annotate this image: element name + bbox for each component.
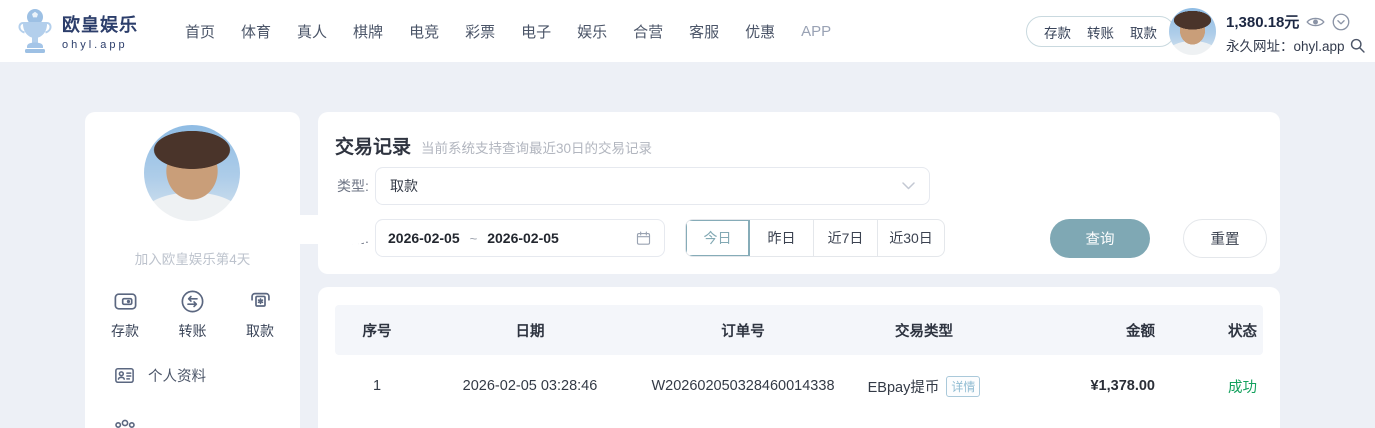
date-from-value: 2026-02-05 <box>388 230 460 246</box>
logo-subtitle: ohyl.app <box>62 39 128 51</box>
nav-item-lottery[interactable]: 彩票 <box>465 21 495 42</box>
sidebar-action-withdraw[interactable]: 取款 <box>230 288 290 341</box>
page-subtitle: 当前系统支持查询最近30日的交易记录 <box>421 141 653 156</box>
type-select-value: 取款 <box>390 178 418 194</box>
logo-text: 欧皇娱乐 ohyl.app <box>62 11 138 51</box>
col-header-status: 状态 <box>1228 323 1257 340</box>
search-button[interactable]: 查询 <box>1050 219 1150 258</box>
id-card-icon <box>113 364 136 387</box>
row-type: EBpay提币 <box>867 379 940 396</box>
nav-item-esports[interactable]: 电竞 <box>409 21 439 42</box>
nav-item-partnership[interactable]: 合营 <box>633 21 663 42</box>
sidebar-action-label: 存款 <box>111 323 139 339</box>
nav-item-home[interactable]: 首页 <box>185 21 215 42</box>
trophy-logo-icon <box>16 8 54 54</box>
page: 欧皇娱乐 ohyl.app 首页 体育 真人 棋牌 电竞 彩票 电子 娱乐 合营… <box>0 0 1375 428</box>
logo-title: 欧皇娱乐 <box>62 15 138 35</box>
wallet-icon <box>112 288 139 315</box>
range-30days-button[interactable]: 近30日 <box>878 220 944 256</box>
nav-item-support[interactable]: 客服 <box>689 21 719 42</box>
range-yesterday-button[interactable]: 昨日 <box>750 220 814 256</box>
sidebar-card: 加入欧皇娱乐第4天 存款 转账 取款 个人资料 <box>85 112 300 428</box>
nav-item-live[interactable]: 真人 <box>297 21 327 42</box>
sidebar-action-label: 转账 <box>178 323 207 339</box>
row-index: 1 <box>372 378 382 394</box>
row-type-cell: EBpay提币 详情 <box>845 375 1003 397</box>
nav-item-app[interactable]: APP <box>801 23 831 40</box>
sidebar-item-label: 个人资料 <box>148 369 206 385</box>
top-header: 欧皇娱乐 ohyl.app 首页 体育 真人 棋牌 电竞 彩票 电子 娱乐 合营… <box>0 0 1375 62</box>
nav-item-slots[interactable]: 电子 <box>521 21 551 42</box>
site-logo[interactable]: 欧皇娱乐 ohyl.app <box>16 8 138 54</box>
team-icon <box>113 418 137 428</box>
search-icon[interactable] <box>1349 37 1366 54</box>
title-row: 交易记录 当前系统支持查询最近30日的交易记录 <box>335 132 652 159</box>
col-header-amount: 金额 <box>1126 323 1155 340</box>
transaction-table-card: 序号 日期 订单号 交易类型 金额 状态 1 2026-02-05 03:28:… <box>318 287 1280 428</box>
date-to-value: 2026-02-05 <box>487 230 559 246</box>
col-header-order-no: 订单号 <box>721 323 765 340</box>
user-avatar[interactable] <box>1169 8 1216 55</box>
transaction-filter-card: 交易记录 当前系统支持查询最近30日的交易记录 类型: 取款 日期: 2026-… <box>318 112 1280 274</box>
withdraw-icon <box>247 288 274 315</box>
nav-item-promotions[interactable]: 优惠 <box>745 21 775 42</box>
chevron-down-circle-icon[interactable] <box>1332 13 1350 31</box>
withdraw-link[interactable]: 取款 <box>1130 22 1157 42</box>
nav-item-board-games[interactable]: 棋牌 <box>353 21 383 42</box>
nav-item-entertainment[interactable]: 娱乐 <box>577 21 607 42</box>
date-range-input[interactable]: 2026-02-05 ~ 2026-02-05 <box>375 219 665 257</box>
date-separator: ~ <box>469 230 478 246</box>
col-header-type: 交易类型 <box>895 323 953 340</box>
page-title: 交易记录 <box>335 137 412 158</box>
balance-amount: 1,380.18元 <box>1226 14 1300 31</box>
main-nav: 首页 体育 真人 棋牌 电竞 彩票 电子 娱乐 合营 客服 优惠 APP <box>185 0 831 62</box>
col-header-date: 日期 <box>515 323 545 340</box>
sidebar-item-partial[interactable] <box>113 418 137 428</box>
eye-icon[interactable] <box>1306 15 1326 29</box>
reset-button[interactable]: 重置 <box>1183 219 1267 258</box>
type-select[interactable]: 取款 <box>375 167 930 205</box>
table-header-row: 序号 日期 订单号 交易类型 金额 状态 <box>335 305 1263 355</box>
calendar-icon <box>635 230 652 247</box>
sidebar-action-deposit[interactable]: 存款 <box>95 288 155 341</box>
sidebar-item-profile[interactable]: 个人资料 <box>113 364 206 387</box>
sidebar-action-label: 取款 <box>246 323 274 339</box>
nav-item-sports[interactable]: 体育 <box>241 21 271 42</box>
sidebar-action-transfer[interactable]: 转账 <box>163 288 223 341</box>
range-today-button[interactable]: 今日 <box>686 220 750 256</box>
row-order-no: W202602050328460014338 <box>651 378 835 394</box>
sidebar-actions: 存款 转账 取款 <box>95 288 290 341</box>
range-7days-button[interactable]: 近7日 <box>814 220 878 256</box>
quick-range-group: 今日 昨日 近7日 近30日 <box>685 219 945 257</box>
balance-block: 1,380.18元 永久网址：ohyl.app <box>1226 11 1366 55</box>
col-header-index: 序号 <box>362 323 392 340</box>
type-filter-label: 类型: <box>337 178 369 194</box>
row-date: 2026-02-05 03:28:46 <box>462 378 598 394</box>
overlay-bubble <box>240 215 372 244</box>
row-status: 成功 <box>1228 379 1257 396</box>
row-amount: ¥1,378.00 <box>1090 378 1155 394</box>
detail-tag-button[interactable]: 详情 <box>946 375 981 397</box>
table-row: 1 2026-02-05 03:28:46 W20260205032846001… <box>335 355 1263 417</box>
chevron-down-icon <box>902 182 915 190</box>
permanent-url-text: 永久网址：ohyl.app <box>1226 39 1345 54</box>
transfer-link[interactable]: 转账 <box>1087 22 1114 42</box>
wallet-pill-group: 存款 转账 取款 <box>1026 16 1175 47</box>
deposit-link[interactable]: 存款 <box>1044 22 1071 42</box>
profile-avatar[interactable] <box>144 125 240 221</box>
joined-days-text: 加入欧皇娱乐第4天 <box>134 252 251 267</box>
transfer-icon <box>179 288 206 315</box>
